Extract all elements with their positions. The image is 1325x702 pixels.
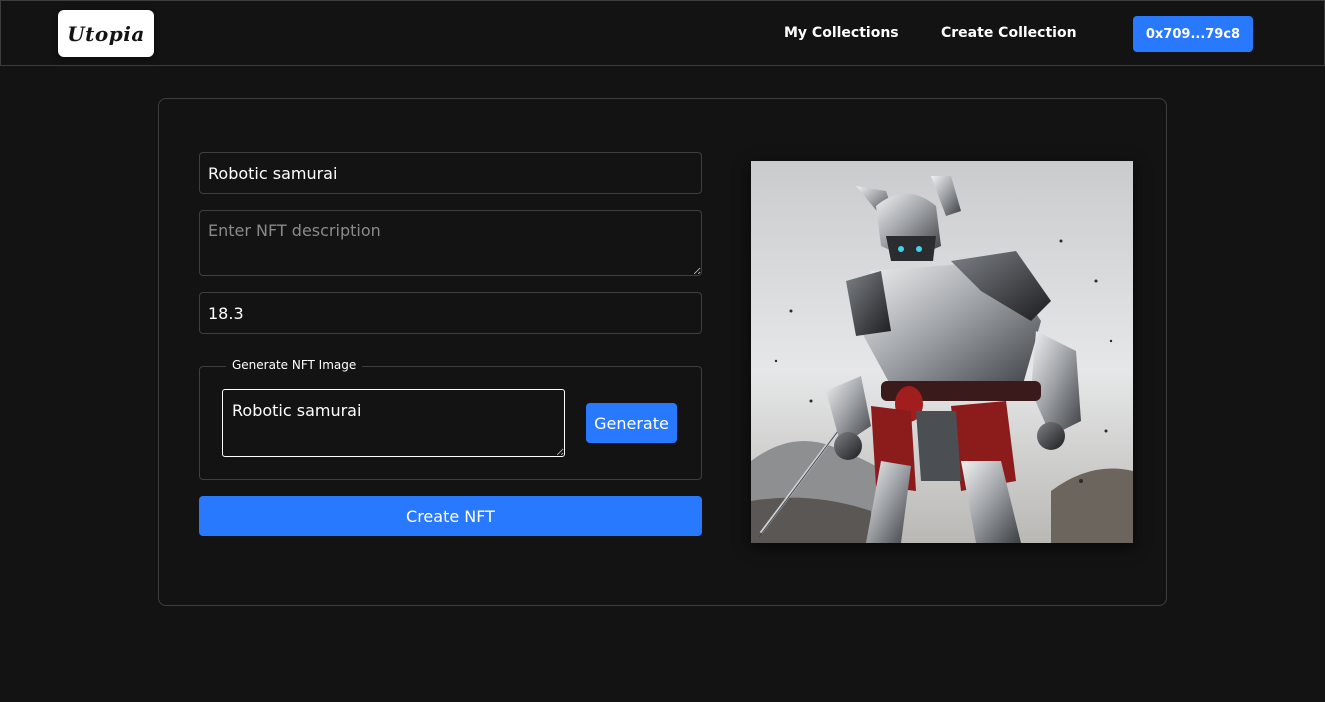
nft-description-input[interactable] (199, 210, 702, 276)
utopia-logo[interactable]: Utopia (58, 10, 154, 57)
top-navbar: Utopia My Collections Create Collection … (0, 0, 1325, 66)
nft-price-input[interactable] (199, 292, 702, 334)
image-prompt-input[interactable]: Robotic samurai (222, 389, 565, 457)
wallet-address-button[interactable]: 0x709...79c8 (1133, 16, 1253, 52)
nav-create-collection[interactable]: Create Collection (941, 25, 1077, 41)
generate-image-legend: Generate NFT Image (226, 358, 363, 372)
nav-my-collections[interactable]: My Collections (784, 25, 899, 41)
nft-preview-image (751, 161, 1133, 543)
create-nft-button[interactable]: Create NFT (199, 496, 702, 536)
nft-name-input[interactable] (199, 152, 702, 194)
generate-button[interactable]: Generate (586, 403, 677, 443)
samurai-illustration (751, 161, 1133, 543)
